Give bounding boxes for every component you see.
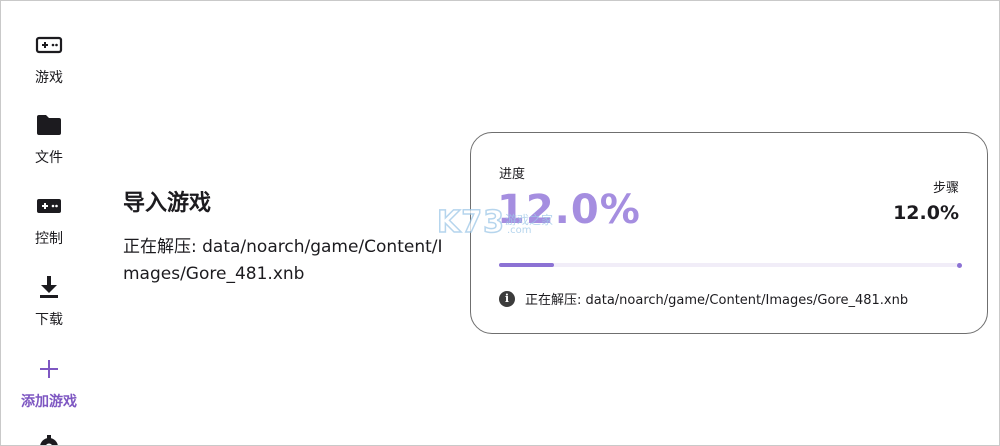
gamepad-icon <box>35 31 63 59</box>
info-row: i 正在解压: data/noarch/game/Content/Images/… <box>499 289 908 308</box>
sidebar-item-label: 添加游戏 <box>21 394 77 410</box>
sidebar-item-label: 游戏 <box>35 70 63 86</box>
folder-icon <box>35 111 63 139</box>
sidebar-item-settings[interactable] <box>1 433 97 445</box>
import-status-text: 正在解压: data/noarch/game/Content/Images/Go… <box>123 237 443 284</box>
sidebar-item-downloads[interactable]: 下载 <box>1 273 97 329</box>
app-window: 游戏 文件 控制 下载 添加游戏 导入游戏 正在解压: data/noarch/… <box>0 0 1000 446</box>
progress-card: 进度 12.0% 步骤 12.0% i 正在解压: data/noarch/ga… <box>470 132 988 334</box>
sidebar-item-controls[interactable]: 控制 <box>1 192 97 248</box>
sidebar-item-games[interactable]: 游戏 <box>1 31 97 87</box>
sidebar-item-label: 文件 <box>35 150 63 166</box>
progress-label: 进度 <box>499 167 526 182</box>
info-icon: i <box>499 290 515 307</box>
sidebar-item-add-game[interactable]: 添加游戏 <box>1 355 97 411</box>
step-value: 12.0% <box>893 202 959 224</box>
step-label: 步骤 <box>932 181 959 196</box>
progress-bar-fill <box>499 263 554 267</box>
progress-value: 12.0% <box>497 187 641 233</box>
sidebar-item-files[interactable]: 文件 <box>1 111 97 167</box>
sidebar-nav: 游戏 文件 控制 下载 添加游戏 <box>1 1 97 445</box>
info-text: 正在解压: data/noarch/game/Content/Images/Go… <box>525 293 909 308</box>
page-title: 导入游戏 <box>123 191 212 216</box>
download-icon <box>35 273 63 301</box>
controller-icon <box>35 192 63 220</box>
plus-icon <box>35 355 63 383</box>
progress-bar-end-dot <box>957 262 962 268</box>
settings-icon <box>35 433 63 445</box>
progress-bar <box>499 262 962 268</box>
sidebar-item-label: 下载 <box>35 312 63 328</box>
sidebar-item-label: 控制 <box>35 231 63 247</box>
